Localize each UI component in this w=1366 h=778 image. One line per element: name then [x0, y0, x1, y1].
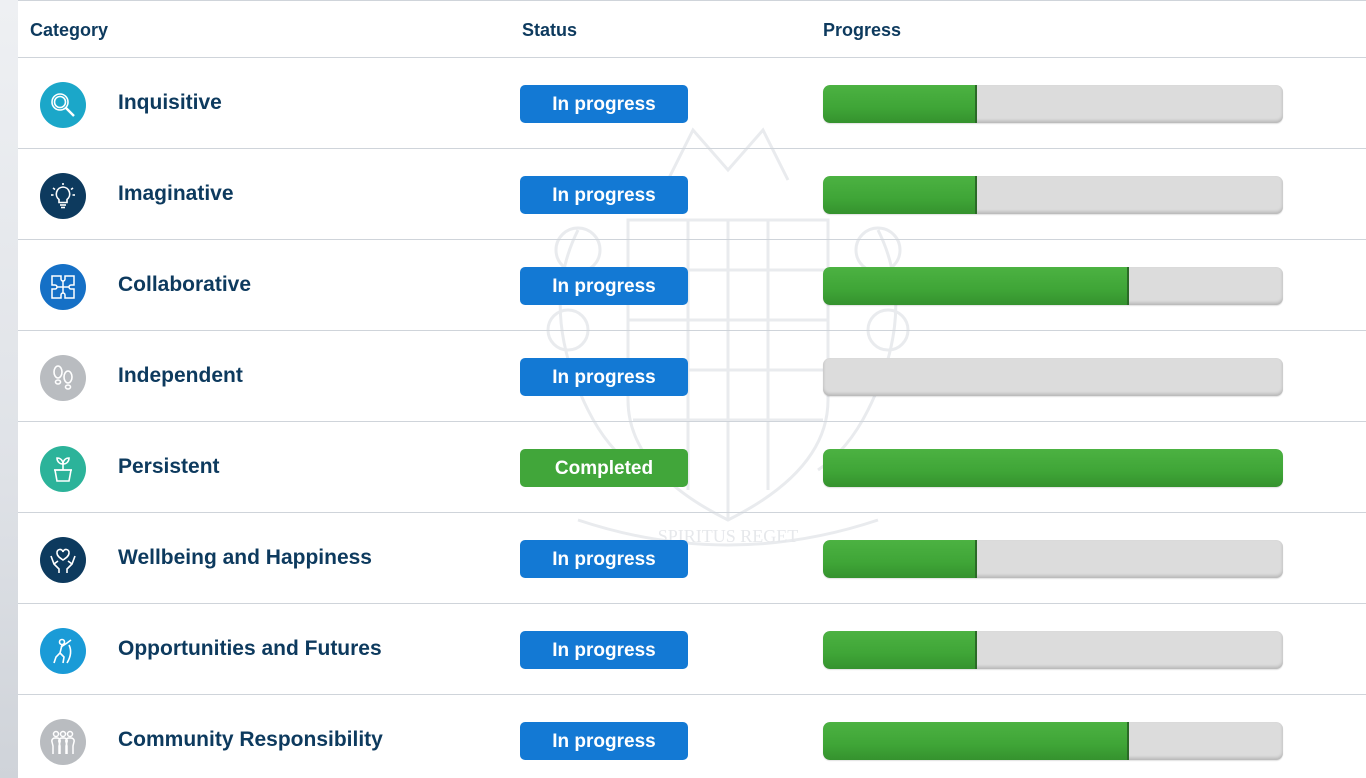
table-row[interactable]: Wellbeing and Happiness In progress — [18, 513, 1366, 604]
heart-hands-icon — [40, 537, 86, 583]
status-badge: In progress — [520, 267, 688, 305]
progress-bar-fill — [823, 722, 1129, 760]
progress-panel: SPIRITUS REGET Category Status Progress … — [18, 0, 1366, 778]
progress-bar — [823, 358, 1283, 396]
category-label: Imaginative — [118, 182, 234, 205]
progress-bar-fill — [823, 85, 977, 123]
progress-bar — [823, 176, 1283, 214]
left-edge-panel — [0, 0, 18, 778]
category-label: Wellbeing and Happiness — [118, 546, 372, 569]
plant-pot-icon — [40, 446, 86, 492]
progress-table: Category Status Progress Inquisitive In … — [18, 0, 1366, 778]
category-label: Independent — [118, 364, 243, 387]
status-badge: In progress — [520, 85, 688, 123]
category-label: Community Responsibility — [118, 728, 383, 751]
table-row[interactable]: Imaginative In progress — [18, 149, 1366, 240]
lightbulb-icon — [40, 173, 86, 219]
magnifier-icon — [40, 82, 86, 128]
climber-icon — [40, 628, 86, 674]
table-row[interactable]: Collaborative In progress — [18, 240, 1366, 331]
progress-bar — [823, 85, 1283, 123]
category-label: Inquisitive — [118, 91, 222, 114]
people-group-icon — [40, 719, 86, 765]
table-row[interactable]: Independent In progress — [18, 331, 1366, 422]
progress-bar — [823, 631, 1283, 669]
table-row[interactable]: Inquisitive In progress — [18, 58, 1366, 149]
category-label: Collaborative — [118, 273, 252, 296]
table-row[interactable]: Persistent Completed — [18, 422, 1366, 513]
status-badge: In progress — [520, 631, 688, 669]
header-category: Category — [30, 20, 109, 40]
progress-bar-fill — [823, 267, 1129, 305]
progress-bar-fill — [823, 540, 977, 578]
table-row[interactable]: Community Responsibility In progress — [18, 695, 1366, 778]
category-label: Opportunities and Futures — [118, 637, 382, 660]
progress-bar — [823, 722, 1283, 760]
header-status: Status — [522, 20, 578, 40]
table-header: Category Status Progress — [18, 0, 1366, 58]
status-badge: In progress — [520, 176, 688, 214]
category-label: Persistent — [118, 455, 220, 478]
header-progress: Progress — [823, 20, 902, 40]
progress-bar-fill — [823, 176, 977, 214]
puzzle-icon — [40, 264, 86, 310]
progress-bar — [823, 540, 1283, 578]
progress-bar-fill — [823, 631, 977, 669]
status-badge: In progress — [520, 540, 688, 578]
status-badge: In progress — [520, 358, 688, 396]
status-badge: In progress — [520, 722, 688, 760]
progress-bar — [823, 267, 1283, 305]
status-badge: Completed — [520, 449, 688, 487]
progress-bar-fill — [823, 449, 1283, 487]
progress-bar — [823, 449, 1283, 487]
footprints-icon — [40, 355, 86, 401]
table-row[interactable]: Opportunities and Futures In progress — [18, 604, 1366, 695]
